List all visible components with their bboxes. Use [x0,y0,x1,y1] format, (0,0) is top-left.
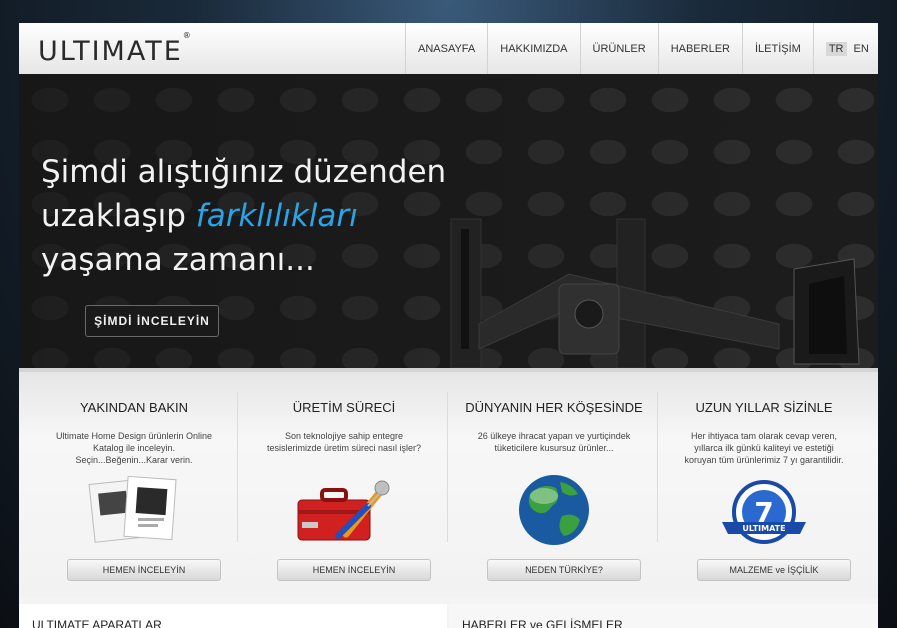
logo[interactable]: ULTIMATE® [38,31,191,67]
hero-headline-line2-prefix: uzaklaşıp [41,198,196,234]
nav-item-contact[interactable]: İLETİŞİM [741,23,813,74]
feature-title: ÜRETİM SÜRECİ [292,400,396,415]
hero-banner: Şimdi alıştığınız düzenden uzaklaşıp far… [19,74,878,368]
tv-mount-image [450,218,860,368]
warranty-badge-icon: 7 ULTIMATE [722,480,806,544]
logo-text: ULTIMATE [38,36,183,67]
news-section: HABERLER ve GELİŞMELER [449,604,878,628]
apparatus-section: ULTIMATE APARATLAR [19,604,447,628]
page: ULTIMATE® ANASAYFA HAKKIMIZDA ÜRÜNLER HA… [19,23,878,628]
feature-divider [237,392,238,542]
lang-tr[interactable]: TR [825,41,847,56]
globe-icon [519,475,589,545]
feature-desc: Son teknolojiye sahip entegre tesislerim… [266,431,422,453]
news-title: HABERLER ve GELİŞMELER [462,618,623,628]
feature-button-catalog[interactable]: HEMEN İNCELEYİN [67,559,221,581]
registered-mark: ® [182,31,191,40]
feature-desc: 26 ülkeye ihracat yapan ve yurtiçindek t… [477,431,631,453]
header: ULTIMATE® ANASAYFA HAKKIMIZDA ÜRÜNLER HA… [19,23,878,74]
toolbox-icon [297,480,390,541]
nav-item-news[interactable]: HABERLER [657,23,742,74]
feature-desc: Her ihtiyaca tam olarak cevap veren, yıl… [684,431,844,465]
feature-title: YAKINDAN BAKIN [79,400,189,415]
main-nav: ANASAYFA HAKKIMIZDA ÜRÜNLER HABERLER İLE… [405,23,878,74]
hero-headline-line2: uzaklaşıp farklılıkları [41,198,358,234]
nav-item-products[interactable]: ÜRÜNLER [579,23,658,74]
feature-title: DÜNYANIN HER KÖŞESİNDE [465,400,643,415]
feature-button-production[interactable]: HEMEN İNCELEYİN [277,559,431,581]
feature-card-production: ÜRETİM SÜRECİ Son teknolojiye sahip ente… [239,372,449,598]
language-switcher: TR EN [812,23,878,74]
catalog-icon [88,475,177,543]
nav-item-about[interactable]: HAKKIMIZDA [487,23,579,74]
feature-card-catalog: YAKINDAN BAKIN Ultimate Home Design ürün… [29,372,239,598]
badge-text: ULTIMATE [742,524,785,533]
feature-divider [447,392,448,542]
hero-headline-accent: farklılıkları [195,198,358,234]
feature-divider [657,392,658,542]
hero-headline-line3: yaşama zamanı... [41,242,315,278]
feature-card-warranty: UZUN YILLAR SİZİNLE Her ihtiyaca tam ola… [659,372,869,598]
feature-card-export: DÜNYANIN HER KÖŞESİNDE 26 ülkeye ihracat… [449,372,659,598]
lang-en[interactable]: EN [851,42,872,56]
feature-button-export[interactable]: NEDEN TÜRKİYE? [487,559,641,581]
feature-title: UZUN YILLAR SİZİNLE [695,400,833,415]
features-section: YAKINDAN BAKIN Ultimate Home Design ürün… [19,368,878,598]
nav-item-home[interactable]: ANASAYFA [405,23,487,74]
hero-cta-button[interactable]: ŞİMDİ İNCELEYİN [85,305,219,337]
apparatus-title: ULTIMATE APARATLAR [32,618,162,628]
feature-button-warranty[interactable]: MALZEME ve İŞÇİLİK [697,559,851,581]
hero-headline-line1: Şimdi alıştığınız düzenden [41,154,447,190]
feature-desc: Ultimate Home Design ürünlerin Online Ka… [55,431,213,465]
